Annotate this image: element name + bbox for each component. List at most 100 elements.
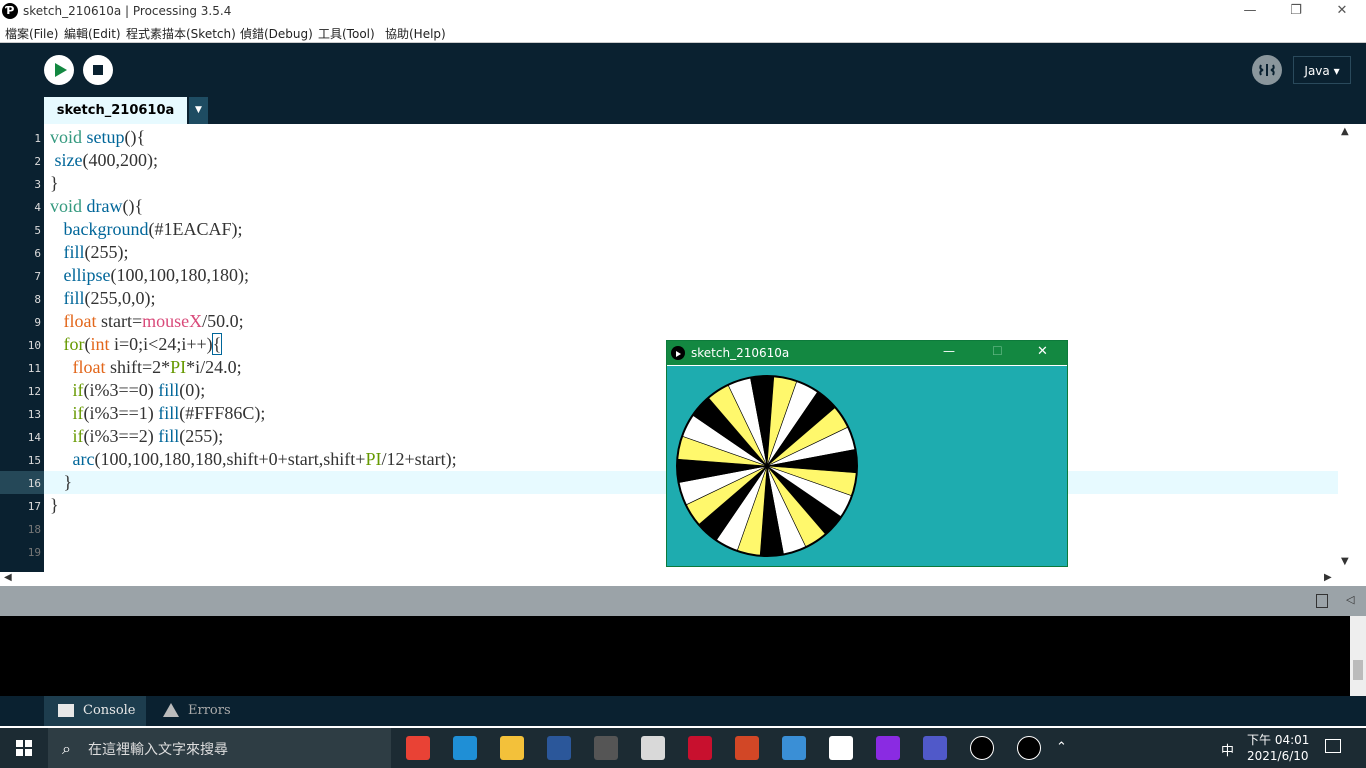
- windows-start-icon[interactable]: [16, 740, 32, 756]
- stop-icon: [93, 65, 103, 75]
- code-icon[interactable]: [829, 736, 853, 760]
- code-line-8: fill(255,0,0);: [63, 288, 156, 308]
- sketch-maximize-button: ☐: [992, 344, 1003, 358]
- powerpoint-icon[interactable]: [735, 736, 759, 760]
- code-line-10: for(int i=0;i<24;i++){: [63, 333, 223, 355]
- processing-logo-icon: Ƥ: [2, 3, 18, 19]
- line-number: 10: [27, 339, 41, 352]
- editor-vertical-scrollbar[interactable]: ▲ ▼: [1338, 124, 1354, 572]
- code-line-16: }: [50, 472, 73, 492]
- console-scrollbar[interactable]: [1350, 616, 1366, 696]
- line-number: 11: [27, 362, 41, 375]
- window-title: sketch_210610a | Processing 3.5.4: [23, 4, 232, 18]
- clock-date[interactable]: 2021/6/10: [1247, 749, 1309, 763]
- status-bar: ◁: [0, 586, 1366, 616]
- sketch-minimize-button[interactable]: —: [943, 344, 955, 358]
- copy-icon[interactable]: [1316, 594, 1328, 608]
- code-line-17: }: [50, 495, 59, 515]
- code-line-12: if(i%3==0) fill(0);: [72, 380, 206, 400]
- control-panel-icon[interactable]: [782, 736, 806, 760]
- word-icon[interactable]: [547, 736, 571, 760]
- code-line-1: void setup(){: [50, 127, 146, 147]
- code-line-11: float shift=2*PI*i/24.0;: [72, 357, 242, 377]
- mode-selector[interactable]: Java ▾: [1293, 56, 1351, 84]
- sketch-canvas[interactable]: [667, 366, 1067, 566]
- sketch-title-bar: sketch_210610a — ☐ ✕: [667, 341, 1067, 365]
- debugger-button[interactable]: [1252, 55, 1282, 85]
- scroll-left-icon[interactable]: ◀: [4, 572, 12, 583]
- line-number: 14: [27, 431, 41, 444]
- line-number: 18: [27, 523, 41, 536]
- line-number: 15: [27, 454, 41, 467]
- console-icon: [58, 704, 74, 717]
- line-number: 12: [27, 385, 41, 398]
- run-button[interactable]: [44, 55, 74, 85]
- menu-help[interactable]: 協助(Help): [385, 25, 446, 42]
- garena-icon[interactable]: [688, 736, 712, 760]
- sketch-run-icon[interactable]: [1017, 736, 1041, 760]
- code-line-5: background(#1EACAF);: [63, 219, 243, 239]
- code-line-15: arc(100,100,180,180,shift+0+start,shift+…: [72, 449, 457, 469]
- line-number: 1: [34, 132, 41, 145]
- scroll-right-icon[interactable]: ▶: [1324, 572, 1332, 583]
- play-icon: [55, 63, 67, 77]
- tray-overflow-icon[interactable]: ⌃: [1056, 740, 1067, 755]
- minimize-button[interactable]: —: [1227, 0, 1273, 22]
- chrome-icon[interactable]: [406, 736, 430, 760]
- code-line-13: if(i%3==1) fill(#FFF86C);: [72, 403, 266, 423]
- sketch-logo-icon: [671, 346, 685, 360]
- line-number: 6: [34, 247, 41, 260]
- processing-icon[interactable]: [970, 736, 994, 760]
- menu-sketch[interactable]: 程式素描本(Sketch): [126, 25, 236, 42]
- search-placeholder: 在這裡輸入文字來搜尋: [88, 742, 228, 758]
- sketch-close-button[interactable]: ✕: [1037, 344, 1048, 359]
- code-line-9: float start=mouseX/50.0;: [63, 311, 244, 331]
- notification-icon[interactable]: [1325, 739, 1341, 753]
- title-bar: Ƥ sketch_210610a | Processing 3.5.4 — ❐ …: [0, 0, 1366, 22]
- edge-icon[interactable]: [453, 736, 477, 760]
- console-scroll-thumb[interactable]: [1353, 660, 1363, 680]
- line-number: 3: [34, 178, 41, 191]
- media-icon[interactable]: [594, 736, 618, 760]
- code-line-2: size(400,200);: [54, 150, 158, 170]
- sketch-title: sketch_210610a: [691, 346, 790, 360]
- clock-time[interactable]: 下午 04:01: [1247, 731, 1309, 748]
- line-number: 13: [27, 408, 41, 421]
- paint-icon[interactable]: [641, 736, 665, 760]
- line-number: 9: [34, 316, 41, 329]
- explorer-icon[interactable]: [500, 736, 524, 760]
- tab-sketch[interactable]: sketch_210610a: [44, 97, 187, 124]
- line-number: 7: [34, 270, 41, 283]
- menu-debug[interactable]: 偵錯(Debug): [240, 25, 313, 42]
- pinwheel-drawing: [676, 375, 858, 557]
- tab-console-label: Console: [83, 703, 136, 718]
- editor-horizontal-scrollbar[interactable]: ◀ ▶: [0, 572, 1338, 586]
- menu-file[interactable]: 檔案(File): [5, 25, 58, 42]
- taskbar-search-box[interactable]: ⌕ 在這裡輸入文字來搜尋: [48, 728, 391, 768]
- stop-button[interactable]: [83, 55, 113, 85]
- collapse-icon[interactable]: ◁: [1346, 593, 1354, 606]
- tab-menu-arrow[interactable]: ▼: [189, 97, 208, 124]
- console-output: [0, 616, 1350, 696]
- code-line-4: void draw(){: [50, 196, 144, 216]
- code-line-6: fill(255);: [63, 242, 129, 262]
- line-number: 2: [34, 155, 41, 168]
- ime-indicator[interactable]: 中: [1221, 740, 1234, 759]
- line-number: 5: [34, 224, 41, 237]
- line-number: 4: [34, 201, 41, 214]
- winrar-icon[interactable]: [876, 736, 900, 760]
- tab-errors[interactable]: Errors: [188, 696, 231, 726]
- scroll-up-icon[interactable]: ▲: [1341, 126, 1349, 137]
- line-number: 17: [27, 500, 41, 513]
- restore-button[interactable]: ❐: [1273, 0, 1319, 22]
- code-line-3: }: [50, 173, 59, 193]
- butterfly-icon: [1259, 64, 1275, 76]
- line-number: 16: [27, 477, 41, 490]
- menu-tool[interactable]: 工具(Tool): [318, 25, 375, 42]
- close-button[interactable]: ✕: [1319, 0, 1365, 22]
- code-line-14: if(i%3==2) fill(255);: [72, 426, 224, 446]
- search-icon: ⌕: [62, 739, 71, 758]
- menu-edit[interactable]: 編輯(Edit): [64, 25, 121, 42]
- teams-icon[interactable]: [923, 736, 947, 760]
- scroll-down-icon[interactable]: ▼: [1341, 556, 1349, 567]
